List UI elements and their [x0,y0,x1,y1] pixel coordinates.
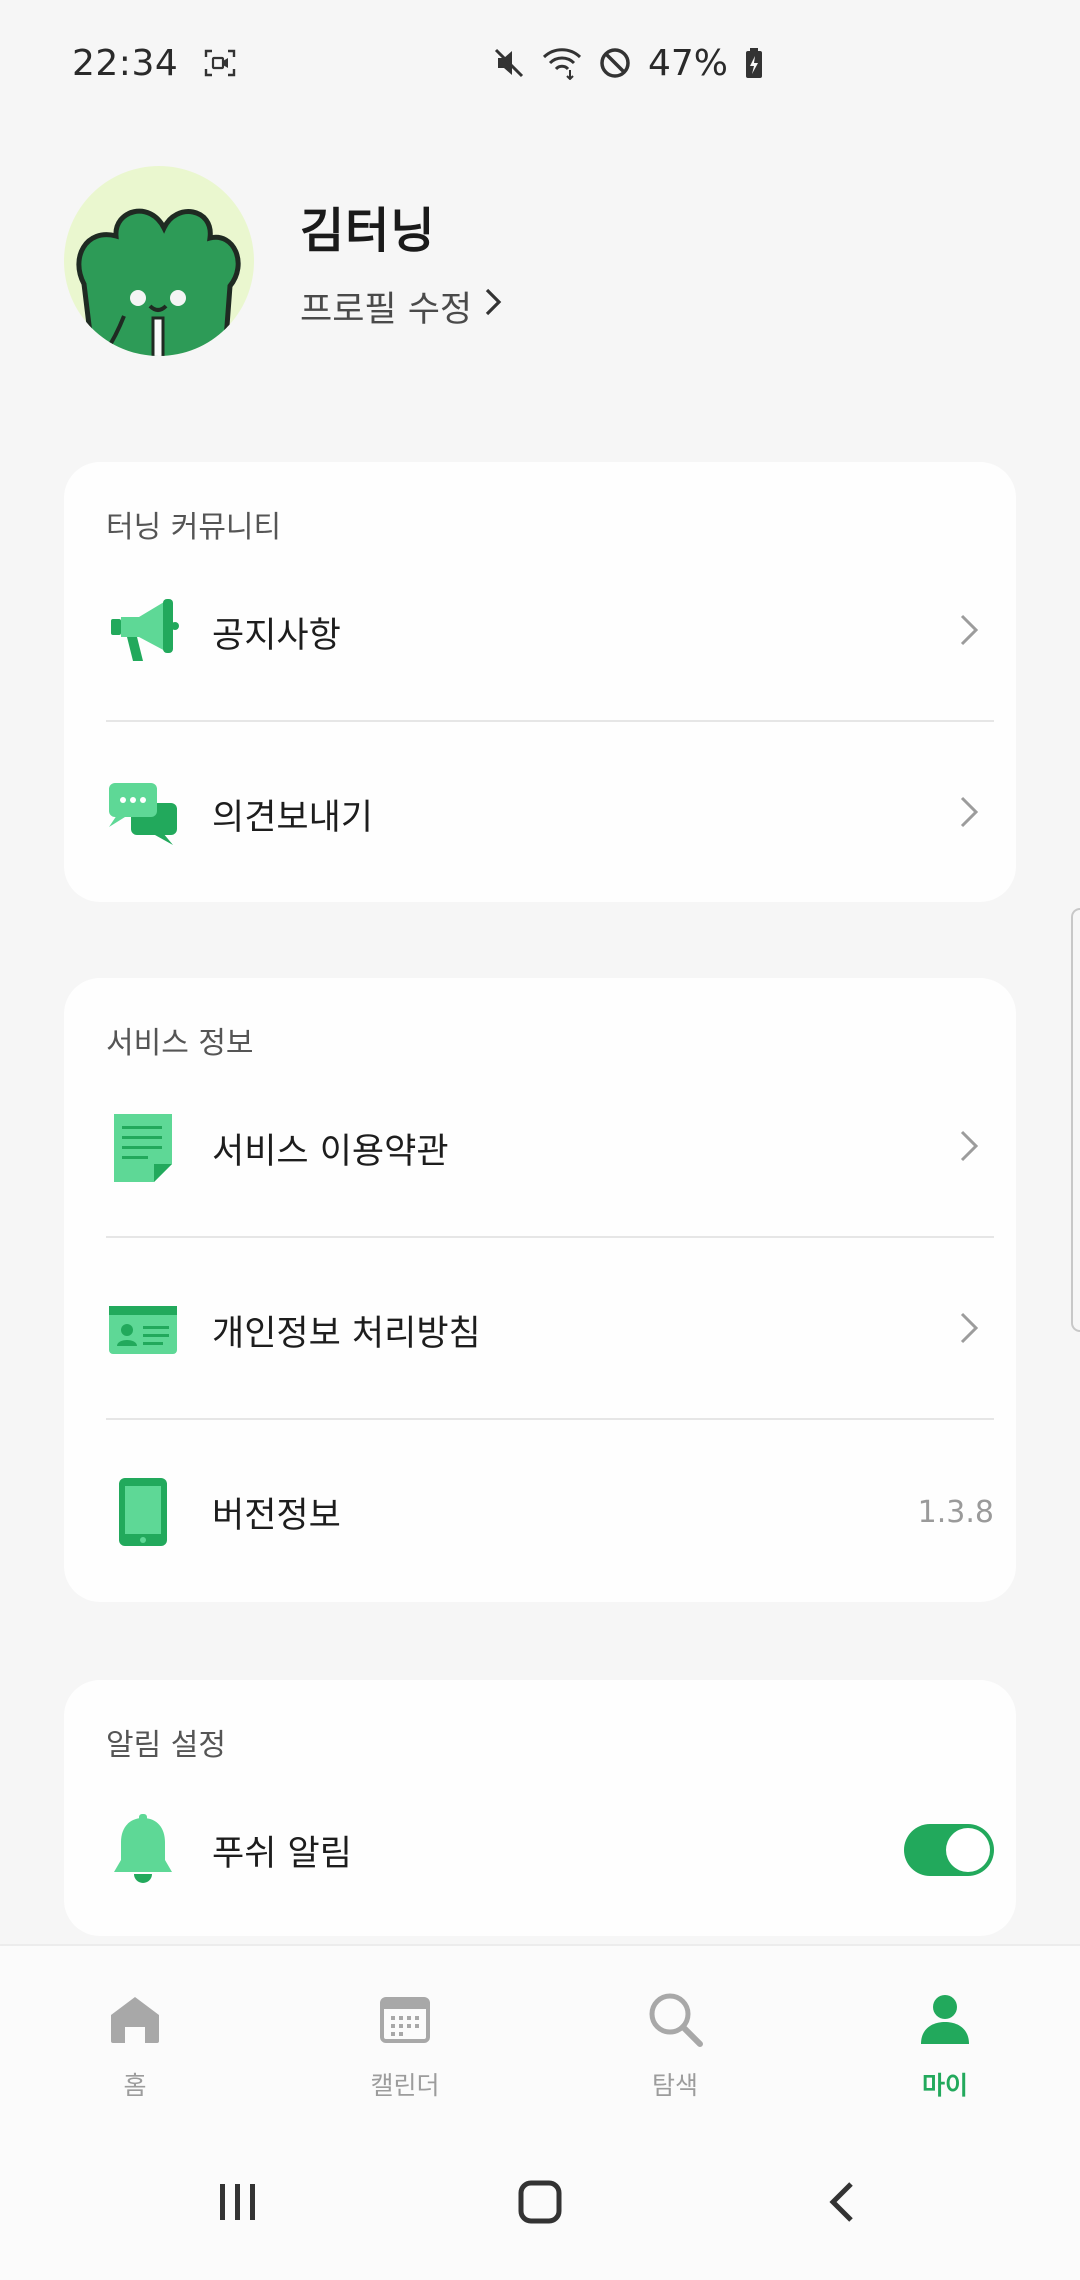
bell-icon [106,1810,180,1890]
push-notification-label: 푸쉬 알림 [212,1833,352,1874]
nav-item-calendar[interactable]: 캘린더 [270,1946,540,2126]
nav-item-search[interactable]: 탐색 [540,1946,810,2126]
home-icon [107,1986,163,2052]
profile-section: 김터닝 프로필 수정 [64,166,504,356]
phone-icon [106,1472,180,1552]
avatar[interactable] [64,166,254,356]
recent-apps-icon [220,2184,255,2220]
community-card: 터닝 커뮤니티 공지사항 의견보내기 [64,462,1016,902]
battery-charging-icon [744,46,764,80]
mute-icon [492,46,526,80]
status-time: 22:34 [72,42,179,84]
push-notification-toggle[interactable] [904,1824,994,1876]
document-icon [106,1108,180,1188]
toggle-knob [946,1828,990,1872]
terms-label: 서비스 이용약관 [212,1131,449,1172]
recent-apps-button[interactable] [178,2172,298,2232]
back-button[interactable] [782,2172,902,2232]
wifi-icon [542,46,582,80]
status-bar: 22:34 47% [0,0,1080,126]
screen-record-icon [204,49,236,77]
notice-row[interactable]: 공지사항 [106,572,994,692]
divider [106,1236,994,1238]
nav-item-my[interactable]: 마이 [810,1946,1080,2126]
nav-label-search: 탐색 [651,2071,698,2100]
nav-item-home[interactable]: 홈 [0,1946,270,2126]
chevron-right-icon [958,794,980,834]
notification-card: 알림 설정 푸쉬 알림 [64,1680,1016,1936]
profile-name: 김터닝 [300,202,436,259]
chevron-right-icon [958,1128,980,1168]
battery-text: 47% [648,42,729,84]
system-navigation-bar [0,2124,1080,2280]
search-icon [646,1986,704,2052]
profile-edit-label: 프로필 수정 [300,289,473,330]
chevron-right-icon [958,1310,980,1350]
back-chevron-icon [829,2182,853,2222]
nav-label-my: 마이 [921,2071,968,2100]
service-info-card-title: 서비스 정보 [106,1026,254,1061]
nav-label-calendar: 캘린더 [370,2071,440,2100]
privacy-label: 개인정보 처리방침 [212,1313,481,1354]
community-card-title: 터닝 커뮤니티 [106,510,282,545]
person-icon [918,1986,972,2052]
privacy-row[interactable]: 개인정보 처리방침 [106,1270,994,1390]
terms-row[interactable]: 서비스 이용약관 [106,1088,994,1208]
chat-bubbles-icon [106,774,180,854]
push-notification-row: 푸쉬 알림 [106,1790,994,1910]
chevron-right-icon [958,612,980,652]
feedback-row[interactable]: 의견보내기 [106,754,994,874]
do-not-disturb-icon [598,46,632,80]
home-square-icon [518,2180,562,2224]
version-value: 1.3.8 [917,1494,994,1530]
notice-label: 공지사항 [212,615,341,656]
chevron-right-icon [482,286,504,327]
notification-card-title: 알림 설정 [106,1728,226,1763]
megaphone-icon [106,592,180,672]
nav-label-home: 홈 [123,2071,147,2100]
version-label: 버전정보 [212,1495,341,1536]
version-row: 버전정보 1.3.8 [106,1452,994,1572]
bottom-nav: 홈 캘린더 탐색 마이 [0,1944,1080,2124]
divider [106,1418,994,1420]
divider [106,720,994,722]
clover-character-icon [76,208,241,356]
id-card-icon [106,1290,180,1370]
calendar-icon [379,1986,431,2052]
scroll-indicator[interactable] [1071,908,1080,1332]
profile-edit-link[interactable]: 프로필 수정 [300,281,504,332]
feedback-label: 의견보내기 [212,797,374,838]
home-button[interactable] [480,2172,600,2232]
service-info-card: 서비스 정보 서비스 이용약관 개인정보 처리방침 버전정보 1.3.8 [64,978,1016,1602]
